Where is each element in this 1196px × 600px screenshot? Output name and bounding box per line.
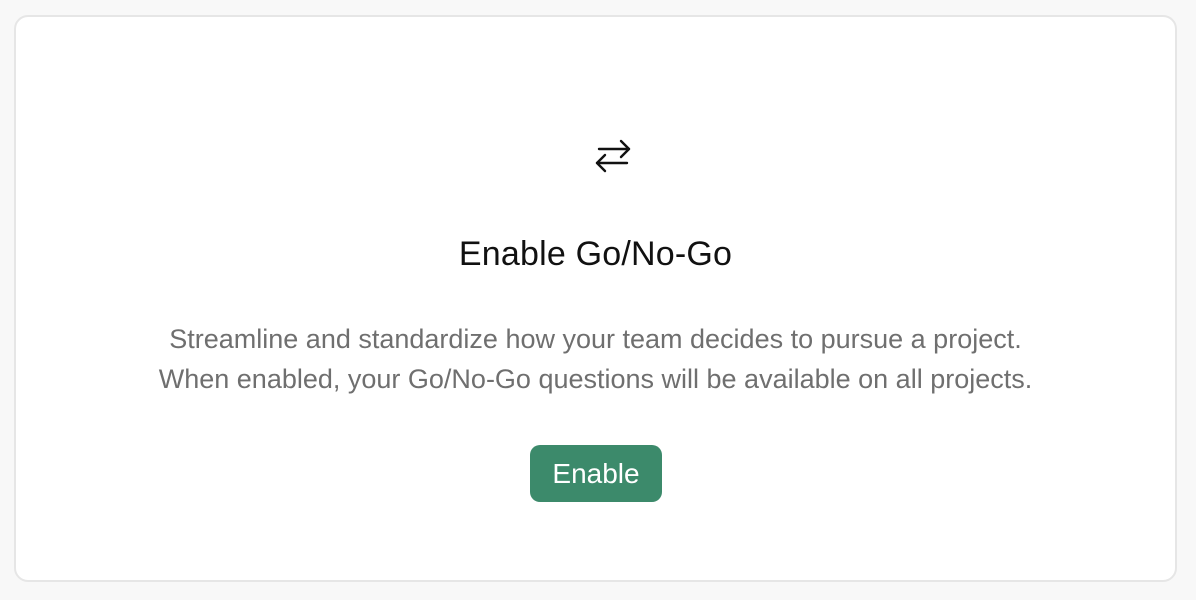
panel-description: Streamline and standardize how your team… (16, 319, 1175, 399)
description-line: When enabled, your Go/No-Go questions wi… (158, 364, 1033, 394)
panel-title: Enable Go/No-Go (458, 235, 733, 273)
arrows-left-right-icon (591, 134, 635, 178)
description-line: Streamline and standardize how your team… (169, 324, 1022, 354)
enable-button[interactable]: Enable (530, 445, 662, 502)
